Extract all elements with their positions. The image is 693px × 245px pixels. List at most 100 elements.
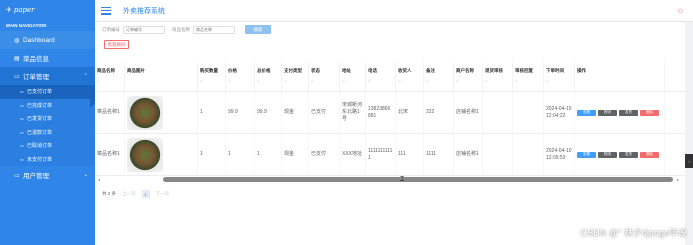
sidebar: ✈ paper MAIN NAVIGATION ◍ Dashboard ▤ 菜品信息 … xyxy=(0,0,95,245)
submenu-cancelled-orders[interactable]: ▭ 已取消订单 xyxy=(0,139,95,153)
view-button[interactable]: 查看 xyxy=(577,109,596,116)
page-number[interactable]: 1 xyxy=(141,190,150,198)
sort-icon[interactable]: ◇ xyxy=(200,79,223,83)
sort-icon[interactable]: ◇ xyxy=(515,79,541,83)
sort-icon[interactable]: ◇ xyxy=(456,79,480,83)
delete-button[interactable]: 删除 xyxy=(640,109,659,116)
table-header: 商品名称 ◇ 商品图片 购买数量 ◇ 价格 ◇ 总价格 ◇ 支付类型 ◇ 状态 ◇ 地址 ◇ … xyxy=(95,62,685,92)
app-logo: ✈ paper xyxy=(6,6,35,14)
sidebar-item-orders[interactable]: ▭ 订单管理 ⌃ xyxy=(0,67,95,85)
cell-total: 99.9 xyxy=(255,92,282,133)
side-collapse-icon[interactable]: ‹ xyxy=(685,154,693,168)
col-ops: 操作 xyxy=(575,62,665,91)
sort-icon[interactable]: ◇ xyxy=(368,79,393,83)
submenu-unpaid-orders[interactable]: ▭ 未支付订单 xyxy=(0,153,95,167)
col-review-reply[interactable]: 审核回复 ◇ xyxy=(513,62,544,91)
cell-qty: 1 xyxy=(198,134,226,175)
delete-button[interactable]: 删除 xyxy=(640,151,659,158)
order-icon: ▭ xyxy=(14,73,20,80)
next-page-button[interactable]: 下一页 xyxy=(156,191,170,197)
scroll-right-arrow-icon[interactable]: ▸ xyxy=(677,177,679,182)
col-phone[interactable]: 电话 ◇ xyxy=(366,62,396,91)
cell-return-review xyxy=(483,134,513,175)
col-image: 商品图片 xyxy=(125,62,198,91)
cell-address: XXX地址 xyxy=(340,134,366,175)
dish-image[interactable] xyxy=(127,137,163,172)
cell-review-reply xyxy=(513,134,544,175)
cell-ops: 查看 物流 发货 删除 xyxy=(575,92,665,133)
cell-return-review xyxy=(483,92,513,133)
submenu-refunded-orders[interactable]: ▭ 已退款订单 xyxy=(0,126,95,140)
user-icon: ▭ xyxy=(14,172,20,179)
col-merchant[interactable]: 商户名称 ◇ xyxy=(454,62,483,91)
sidebar-item-dishes[interactable]: ▤ 菜品信息 xyxy=(0,49,95,67)
col-remark[interactable]: 备注 ◇ xyxy=(424,62,454,91)
top-header: 外卖推荐系统 ⚇ xyxy=(95,0,693,22)
prev-page-button[interactable]: 上一页 xyxy=(122,191,136,197)
sort-icon[interactable]: ◇ xyxy=(485,79,510,83)
sort-icon[interactable]: ◇ xyxy=(97,79,122,83)
cell-name: 菜品名称1 xyxy=(95,92,125,133)
chevron-down-icon: ⌄ xyxy=(83,172,88,178)
order-no-input[interactable] xyxy=(123,25,165,34)
view-button[interactable]: 查看 xyxy=(577,151,596,158)
col-name[interactable]: 商品名称 ◇ xyxy=(95,62,125,91)
col-receiver[interactable]: 收货人 ◇ xyxy=(396,62,424,91)
col-status[interactable]: 状态 ◇ xyxy=(309,62,340,91)
sort-icon[interactable]: ◇ xyxy=(342,79,363,83)
logistics-button[interactable]: 物流 xyxy=(598,151,617,158)
cell-address: 宋城新河东北路1号 xyxy=(340,92,366,133)
search-button[interactable]: 搜索 xyxy=(245,25,271,34)
cell-image xyxy=(125,92,198,133)
cell-merchant: 店铺名称1 xyxy=(454,92,483,133)
order-icon: ▭ xyxy=(20,102,24,108)
pagination: 共 2 条 上一页 1 下一页 xyxy=(102,190,169,198)
scroll-left-arrow-icon[interactable]: ◂ xyxy=(98,177,100,182)
col-pay-type[interactable]: 支付类型 ◇ xyxy=(282,62,309,91)
cell-price: 99.9 xyxy=(226,92,255,133)
submenu-paid-orders[interactable]: ▭ 已支付订单 xyxy=(0,85,95,99)
order-icon: ▭ xyxy=(20,129,24,135)
cell-pay: 现金 xyxy=(282,134,309,175)
product-name-input[interactable] xyxy=(193,25,235,34)
watermark: CSDN @° 林夕django毕设 xyxy=(580,228,687,238)
col-return-review[interactable]: 退货审核 ◇ xyxy=(483,62,513,91)
user-avatar-icon[interactable]: ⚇ xyxy=(678,8,683,15)
orders-submenu: ▭ 已支付订单 ▭ 已完成订单 ▭ 已发货订单 ▭ 已退款订单 ▭ 已取消订单 ▭ 未支付订… xyxy=(0,85,95,166)
col-price[interactable]: 价格 ◇ xyxy=(226,62,255,91)
deliver-button[interactable]: 发货 xyxy=(619,151,638,158)
deliver-button[interactable]: 发货 xyxy=(619,109,638,116)
cell-time: 2024-04-10 12:04:22 xyxy=(544,92,575,133)
cell-time: 2024-04-10 12:05:53 xyxy=(544,134,575,175)
menu-toggle-icon[interactable] xyxy=(101,6,111,15)
cell-remark: 1111 xyxy=(424,134,454,175)
sort-icon[interactable]: ◇ xyxy=(257,79,279,83)
submenu-completed-orders[interactable]: ▭ 已完成订单 xyxy=(0,99,95,113)
sort-icon[interactable]: ◇ xyxy=(228,79,252,83)
sort-icon[interactable]: ◇ xyxy=(284,79,306,83)
search-form: 订单编号 商品名称 搜索 xyxy=(102,25,271,34)
horizontal-scrollbar[interactable] xyxy=(163,177,673,182)
order-icon: ▭ xyxy=(20,89,24,95)
paper-plane-icon: ✈ xyxy=(6,6,12,14)
sort-icon[interactable]: ◇ xyxy=(546,79,572,83)
col-address[interactable]: 地址 ◇ xyxy=(340,62,366,91)
cell-qty: 1 xyxy=(198,92,226,133)
sidebar-item-users[interactable]: ▭ 用户管理 ⌄ xyxy=(0,166,95,184)
dish-image[interactable] xyxy=(127,95,163,130)
logistics-button[interactable]: 物流 xyxy=(598,109,617,116)
order-icon: ▭ xyxy=(20,156,24,162)
submenu-shipped-orders[interactable]: ▭ 已发货订单 xyxy=(0,112,95,126)
sort-icon[interactable]: ◇ xyxy=(398,79,421,83)
total-count: 共 2 条 xyxy=(102,191,117,196)
sort-icon[interactable]: ◇ xyxy=(426,79,451,83)
col-total[interactable]: 总价格 ◇ xyxy=(255,62,282,91)
batch-delete-button[interactable]: 批量删除 xyxy=(104,40,129,49)
mouse-cursor-icon: ⌶ xyxy=(400,176,405,183)
sort-icon[interactable]: ◇ xyxy=(311,79,337,83)
col-qty[interactable]: 购买数量 ◇ xyxy=(198,62,226,91)
cell-name: 菜品名称1 xyxy=(95,134,125,175)
sidebar-item-dashboard[interactable]: ◍ Dashboard xyxy=(0,31,95,49)
col-time[interactable]: 下单时间 ◇ xyxy=(544,62,575,91)
cell-phone: 13823866881 xyxy=(366,92,396,133)
